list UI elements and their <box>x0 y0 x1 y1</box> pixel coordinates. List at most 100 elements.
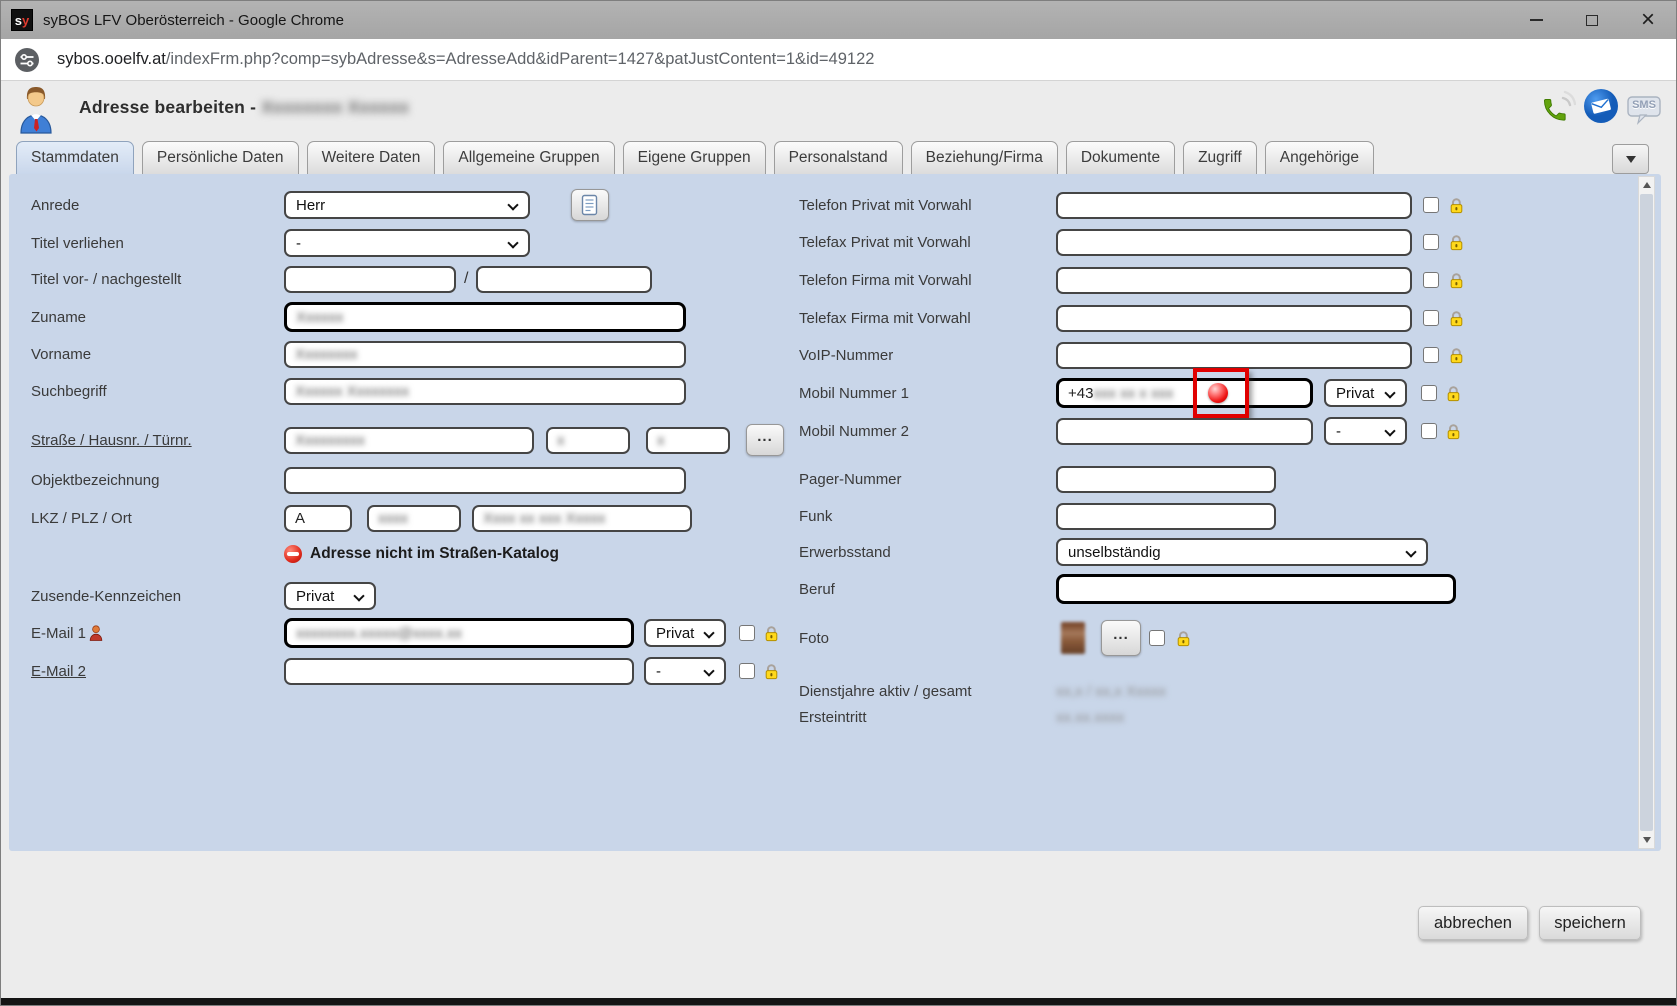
titel-verliehen-label: Titel verliehen <box>31 235 284 252</box>
telefax-privat-label: Telefax Privat mit Vorwahl <box>799 234 1056 251</box>
pager-input[interactable] <box>1056 466 1276 493</box>
save-button[interactable]: speichern <box>1539 906 1641 940</box>
person-name-redacted: Xxxxxxxx Xxxxxx <box>261 97 409 117</box>
mobil2-type-select[interactable]: - <box>1324 417 1407 445</box>
foto-checkbox[interactable] <box>1149 630 1165 646</box>
email1-input[interactable]: xxxxxxxx.xxxxx@xxxx.xx <box>284 618 634 648</box>
funk-input[interactable] <box>1056 503 1276 530</box>
email2-type-select[interactable]: - <box>644 657 726 685</box>
telefax-privat-checkbox[interactable] <box>1423 234 1439 250</box>
chevron-down-icon <box>1626 156 1636 163</box>
telefax-firma-checkbox[interactable] <box>1423 310 1439 326</box>
mobil1-label: Mobil Nummer 1 <box>799 385 1056 402</box>
titel-verliehen-select[interactable]: - <box>284 229 530 257</box>
mobil1-type-select[interactable]: Privat <box>1324 379 1407 407</box>
tab-beziehung-firma[interactable]: Beziehung/Firma <box>911 141 1058 174</box>
journal-icon <box>581 194 599 216</box>
tab-eigene-gruppen[interactable]: Eigene Gruppen <box>623 141 766 174</box>
lock-icon[interactable] <box>1448 272 1465 289</box>
mobil2-checkbox[interactable] <box>1421 423 1437 439</box>
email2-link-label[interactable]: E-Mail 2 <box>31 663 284 680</box>
sms-icon[interactable]: SMS <box>1626 91 1662 127</box>
scroll-up-button[interactable] <box>1639 177 1654 193</box>
lkz-input[interactable]: A <box>284 505 352 532</box>
tab-allgemeine-gruppen[interactable]: Allgemeine Gruppen <box>443 141 614 174</box>
tab-weitere-daten[interactable]: Weitere Daten <box>307 141 436 174</box>
telefon-privat-input[interactable] <box>1056 192 1412 219</box>
vorname-input[interactable]: Xxxxxxxx <box>284 341 686 368</box>
maximize-button[interactable] <box>1564 1 1620 39</box>
email2-checkbox[interactable] <box>739 663 755 679</box>
tab-persoenliche-daten[interactable]: Persönliche Daten <box>142 141 299 174</box>
email1-type-select[interactable]: Privat <box>644 619 726 647</box>
lock-icon[interactable] <box>1448 197 1465 214</box>
erwerbsstand-select[interactable]: unselbständig <box>1056 538 1428 566</box>
strasse-link-label[interactable]: Straße / Hausnr. / Türnr. <box>31 432 284 449</box>
more-tabs-button[interactable] <box>1612 144 1649 174</box>
email1-link-label[interactable]: E-Mail 1 <box>31 625 86 642</box>
chevron-down-icon <box>703 665 714 676</box>
telefax-privat-input[interactable] <box>1056 229 1412 256</box>
minimize-button[interactable] <box>1508 1 1564 39</box>
foto-more-button[interactable]: ... <box>1101 620 1141 656</box>
plz-input[interactable]: xxxx <box>367 505 461 532</box>
voip-checkbox[interactable] <box>1423 347 1439 363</box>
tab-stammdaten[interactable]: Stammdaten <box>16 141 134 174</box>
phone-call-icon[interactable] <box>1538 87 1576 130</box>
mobil1-input[interactable]: +43 xxx xx x xxx <box>1056 378 1313 408</box>
close-icon: × <box>1641 8 1655 32</box>
row-telefax-firma: Telefax Firma mit Vorwahl <box>799 303 1465 333</box>
scroll-down-button[interactable] <box>1639 832 1654 848</box>
anrede-text-template-button[interactable] <box>571 189 609 221</box>
strasse-input[interactable]: Xxxxxxxxx <box>284 427 534 454</box>
mobil1-status-icon[interactable] <box>1208 383 1228 403</box>
email2-input[interactable] <box>284 658 634 685</box>
row-foto: Foto ... <box>799 620 1192 656</box>
telefon-firma-checkbox[interactable] <box>1423 272 1439 288</box>
voip-input[interactable] <box>1056 342 1412 369</box>
anrede-select[interactable]: Herr <box>284 191 530 219</box>
lock-icon[interactable] <box>763 625 780 642</box>
telefon-firma-input[interactable] <box>1056 267 1412 294</box>
ort-input[interactable]: Xxxx xx xxx Xxxxx <box>472 505 692 532</box>
lock-icon[interactable] <box>1175 630 1192 647</box>
lock-icon[interactable] <box>1445 423 1462 440</box>
lock-icon[interactable] <box>763 663 780 680</box>
mobil2-label: Mobil Nummer 2 <box>799 423 1056 440</box>
titel-nachgestellt-input[interactable] <box>476 266 652 293</box>
telefon-privat-checkbox[interactable] <box>1423 197 1439 213</box>
hausnr-input[interactable]: x <box>546 427 630 454</box>
dienstjahre-value-redacted: xx,x / xx,x Xxxxx <box>1056 683 1166 700</box>
vertical-scrollbar[interactable] <box>1638 176 1655 849</box>
suchbegriff-input[interactable]: Xxxxxx Xxxxxxxx <box>284 378 686 405</box>
tab-zugriff[interactable]: Zugriff <box>1183 141 1257 174</box>
page-header: Adresse bearbeiten - Xxxxxxxx Xxxxxx <box>1 81 1676 141</box>
site-settings-icon[interactable] <box>13 46 41 74</box>
strasse-more-button[interactable]: ... <box>746 424 784 456</box>
lock-icon[interactable] <box>1448 234 1465 251</box>
row-telefon-firma: Telefon Firma mit Vorwahl <box>799 265 1465 295</box>
email-send-icon[interactable] <box>1582 87 1620 130</box>
telefax-firma-input[interactable] <box>1056 305 1412 332</box>
address-bar[interactable]: sybos.ooelfv.at/indexFrm.php?comp=sybAdr… <box>1 39 1676 81</box>
titel-vorgestellt-input[interactable] <box>284 266 456 293</box>
email1-checkbox[interactable] <box>739 625 755 641</box>
scrollbar-thumb[interactable] <box>1640 194 1653 831</box>
lock-icon[interactable] <box>1445 385 1462 402</box>
cancel-button[interactable]: abbrechen <box>1418 906 1528 940</box>
objektbezeichnung-input[interactable] <box>284 467 686 494</box>
tab-personalstand[interactable]: Personalstand <box>774 141 903 174</box>
tab-angehoerige[interactable]: Angehörige <box>1265 141 1374 174</box>
lock-icon[interactable] <box>1448 347 1465 364</box>
beruf-input[interactable] <box>1056 574 1456 604</box>
url-input[interactable]: sybos.ooelfv.at/indexFrm.php?comp=sybAdr… <box>57 50 874 69</box>
tuernr-input[interactable]: x <box>646 427 730 454</box>
zuname-input[interactable]: Xxxxxx <box>284 302 686 332</box>
zusende-kennzeichen-select[interactable]: Privat <box>284 582 376 610</box>
lock-icon[interactable] <box>1448 310 1465 327</box>
mobil1-checkbox[interactable] <box>1421 385 1437 401</box>
mobil2-input[interactable] <box>1056 418 1313 445</box>
tab-dokumente[interactable]: Dokumente <box>1066 141 1175 174</box>
close-button[interactable]: × <box>1620 1 1676 39</box>
foto-thumbnail-redacted <box>1061 622 1085 654</box>
